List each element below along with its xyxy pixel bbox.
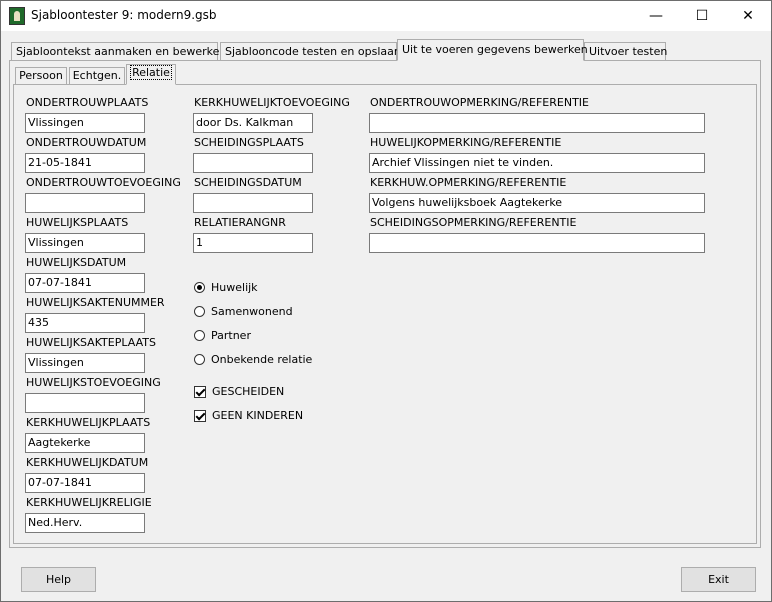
radio-onbekende-relatie[interactable]: Onbekende relatie [194, 353, 312, 366]
checkbox-geen-kinderen[interactable]: GEEN KINDEREN [194, 409, 303, 422]
field-kerkhuwelijkplaats[interactable]: Aagtekerke [25, 433, 145, 453]
checkbox-gescheiden[interactable]: GESCHEIDEN [194, 385, 284, 398]
close-button[interactable]: ✕ [725, 1, 771, 31]
label-kerkhuwelijkreligie: KERKHUWELIJKRELIGIE [26, 496, 152, 509]
radio-dot [194, 306, 205, 317]
field-relatierangnr[interactable]: 1 [193, 233, 313, 253]
field-ondertrouwplaats[interactable]: Vlissingen [25, 113, 145, 133]
field-ondertrouwtoevoeging[interactable] [25, 193, 145, 213]
label-ondertrouwtoevoeging: ONDERTROUWTOEVOEGING [26, 176, 181, 189]
radio-partner[interactable]: Partner [194, 329, 251, 342]
minimize-button[interactable]: — [633, 1, 679, 31]
field-huwelijkstoevoeging[interactable] [25, 393, 145, 413]
tab-relatie[interactable]: Relatie [126, 64, 176, 85]
radio-dot [194, 282, 205, 293]
tab-sjabloontekst[interactable]: Sjabloontekst aanmaken en bewerken [11, 42, 226, 60]
field-huwelijksplaats[interactable]: Vlissingen [25, 233, 145, 253]
label-huwelijksaktenummer: HUWELIJKSAKTENUMMER [26, 296, 165, 309]
label-huwelijksdatum: HUWELIJKSDATUM [26, 256, 127, 269]
app-icon [9, 7, 25, 25]
checkbox-box [194, 409, 206, 422]
tab-uitvoer[interactable]: Uitvoer testen [584, 42, 667, 60]
exit-button[interactable]: Exit [681, 567, 756, 592]
field-kerkhuwopmerking[interactable]: Volgens huwelijksboek Aagtekerke [369, 193, 705, 213]
tab-persoon[interactable]: Persoon [15, 67, 67, 84]
field-huwelijksaktenummer[interactable]: 435 [25, 313, 145, 333]
maximize-button[interactable]: ☐ [679, 1, 725, 31]
field-kerkhuwelijkreligie[interactable]: Ned.Herv. [25, 513, 145, 533]
label-relatierangnr: RELATIERANGNR [194, 216, 286, 229]
radio-partner-label: Partner [211, 329, 251, 342]
tab-sjablooncode[interactable]: Sjablooncode testen en opslaan [220, 42, 401, 60]
label-ondertrouwdatum: ONDERTROUWDATUM [26, 136, 147, 149]
tab-echtgen[interactable]: Echtgen. [69, 67, 125, 84]
field-scheidingsplaats[interactable] [193, 153, 313, 173]
checkbox-geen-kinderen-label: GEEN KINDEREN [212, 409, 304, 422]
label-scheidingsplaats: SCHEIDINGSPLAATS [194, 136, 304, 149]
label-kerkhuwelijktoevoeging: KERKHUWELIJKTOEVOEGING [194, 96, 350, 109]
radio-samenwonend-label: Samenwonend [211, 305, 293, 318]
field-kerkhuwelijktoevoeging[interactable]: door Ds. Kalkman [193, 113, 313, 133]
label-huwelijkopmerking: HUWELIJKOPMERKING/REFERENTIE [370, 136, 562, 149]
field-kerkhuwelijkdatum[interactable]: 07-07-1841 [25, 473, 145, 493]
field-huwelijksdatum[interactable]: 07-07-1841 [25, 273, 145, 293]
tab-gegevens[interactable]: Uit te voeren gegevens bewerken [397, 39, 588, 61]
radio-dot [194, 330, 205, 341]
label-ondertrouwopmerking: ONDERTROUWOPMERKING/REFERENTIE [370, 96, 589, 109]
label-kerkhuwelijkplaats: KERKHUWELIJKPLAATS [26, 416, 151, 429]
checkbox-box [194, 385, 206, 398]
radio-huwelijk[interactable]: Huwelijk [194, 281, 258, 294]
label-scheidingsdatum: SCHEIDINGSDATUM [194, 176, 302, 189]
field-ondertrouwopmerking[interactable] [369, 113, 705, 133]
field-scheidingsopmerking[interactable] [369, 233, 705, 253]
label-huwelijksakteplaats: HUWELIJKSAKTEPLAATS [26, 336, 156, 349]
label-kerkhuwopmerking: KERKHUW.OPMERKING/REFERENTIE [370, 176, 567, 189]
label-scheidingsopmerking: SCHEIDINGSOPMERKING/REFERENTIE [370, 216, 577, 229]
checkbox-gescheiden-label: GESCHEIDEN [212, 385, 285, 398]
radio-onbekende-label: Onbekende relatie [211, 353, 313, 366]
field-scheidingsdatum[interactable] [193, 193, 313, 213]
label-ondertrouwplaats: ONDERTROUWPLAATS [26, 96, 149, 109]
title-bar: Sjabloontester 9: modern9.gsb — ☐ ✕ [1, 1, 771, 31]
label-huwelijkstoevoeging: HUWELIJKSTOEVOEGING [26, 376, 161, 389]
help-button[interactable]: Help [21, 567, 96, 592]
field-ondertrouwdatum[interactable]: 21-05-1841 [25, 153, 145, 173]
radio-dot [194, 354, 205, 365]
radio-huwelijk-label: Huwelijk [211, 281, 258, 294]
label-huwelijksplaats: HUWELIJKSPLAATS [26, 216, 129, 229]
field-huwelijkopmerking[interactable]: Archief Vlissingen niet te vinden. [369, 153, 705, 173]
tab-relatie-label: Relatie [130, 65, 172, 80]
radio-samenwonend[interactable]: Samenwonend [194, 305, 293, 318]
field-huwelijksakteplaats[interactable]: Vlissingen [25, 353, 145, 373]
window-title: Sjabloontester 9: modern9.gsb [31, 8, 217, 22]
label-kerkhuwelijkdatum: KERKHUWELIJKDATUM [26, 456, 149, 469]
